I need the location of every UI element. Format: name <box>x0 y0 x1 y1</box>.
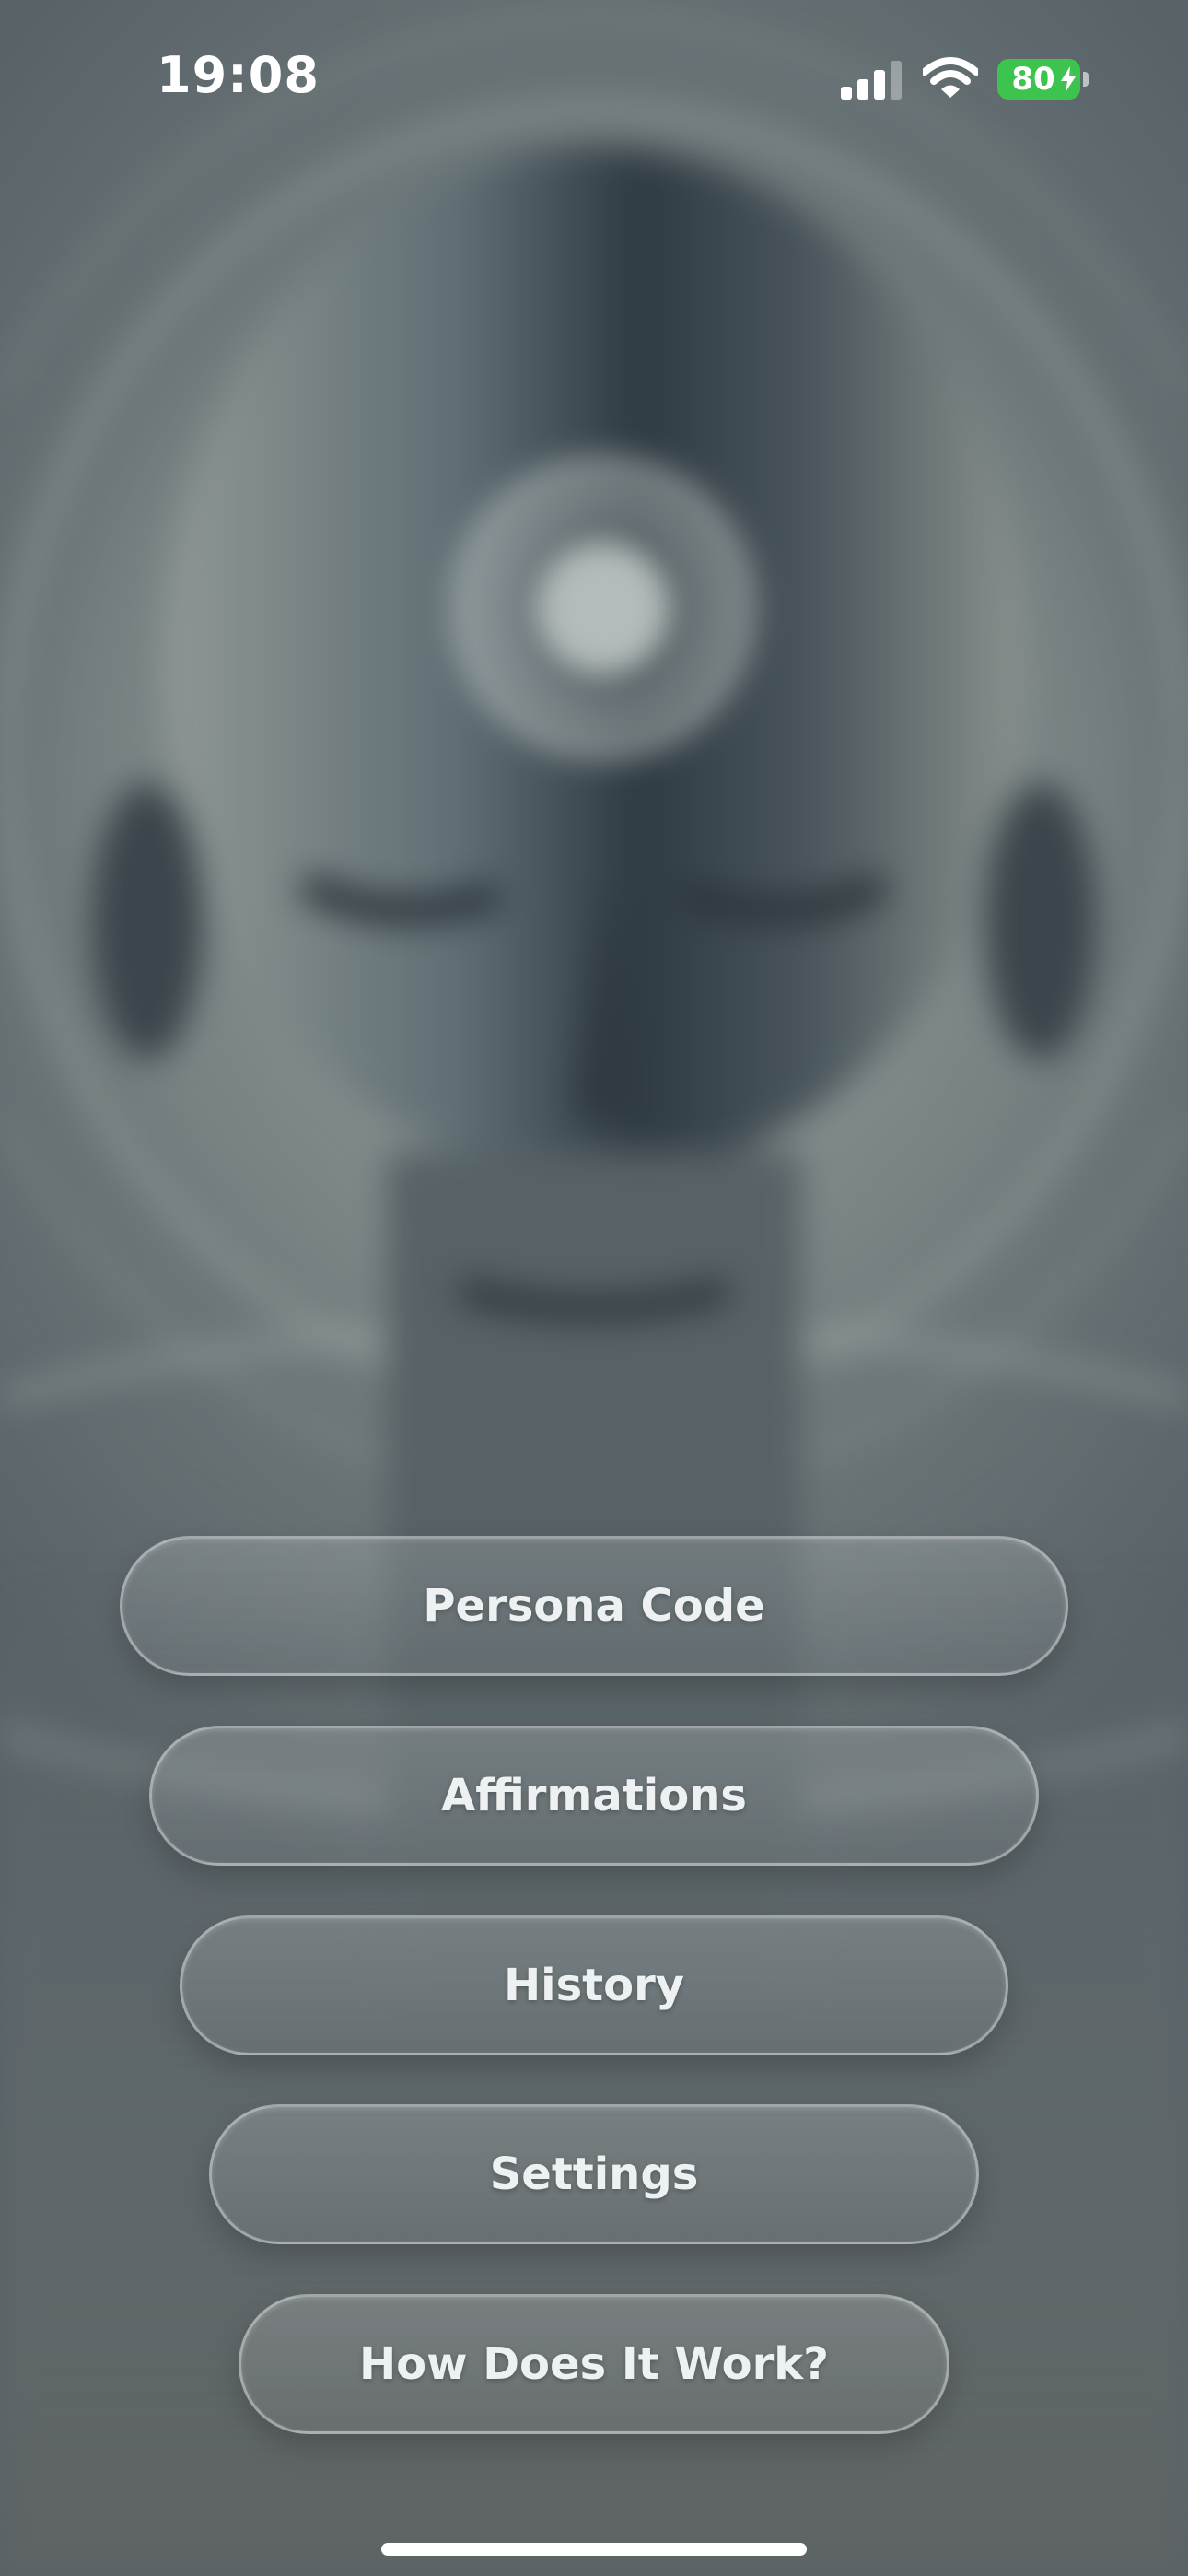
history-button[interactable]: History <box>180 1915 1008 2055</box>
main-menu: Persona Code Affirmations History Settin… <box>0 0 1188 2576</box>
affirmations-button[interactable]: Affirmations <box>149 1726 1039 1866</box>
how-does-it-work-button[interactable]: How Does It Work? <box>239 2294 949 2434</box>
home-indicator[interactable] <box>381 2543 807 2556</box>
settings-button[interactable]: Settings <box>209 2104 979 2244</box>
persona-code-button[interactable]: Persona Code <box>120 1536 1068 1676</box>
app-screen: 19:08 80 Persona Code Affirmations Histo… <box>0 0 1188 2576</box>
